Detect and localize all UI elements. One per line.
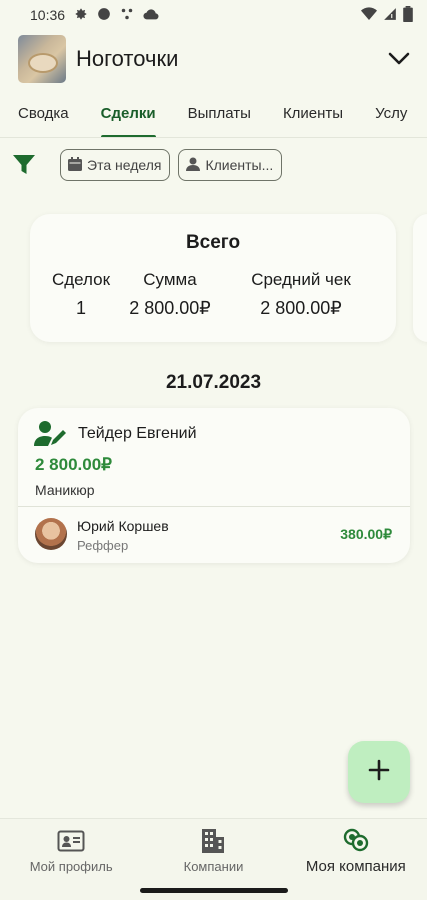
referrer-amount: 380.00₽ <box>340 526 392 542</box>
status-time: 10:36 <box>30 7 66 23</box>
app-bar: Ноготочки <box>0 30 427 88</box>
nav-my-company-label: Моя компания <box>305 857 406 875</box>
summary-deals-value: 1 <box>75 298 86 318</box>
period-filter-label: Эта неделя <box>87 157 162 173</box>
clients-filter-chip[interactable]: Клиенты... <box>178 149 283 181</box>
coins-icon <box>342 827 370 853</box>
hub-icon <box>120 7 134 24</box>
summary-sum: Сумма 2 800.00₽ <box>120 270 220 319</box>
clients-filter-label: Клиенты... <box>205 157 274 173</box>
nav-companies-label: Компании <box>183 858 244 874</box>
system-home-bar <box>0 882 427 900</box>
building-icon <box>199 828 227 854</box>
summary-average-label: Средний чек <box>251 270 351 289</box>
summary-sum-label: Сумма <box>143 270 197 289</box>
tab-bar: Сводка Сделки Выплаты Клиенты Услу <box>0 90 427 138</box>
calendar-icon <box>67 156 83 175</box>
deal-card[interactable]: Тейдер Евгений 2 800.00₽ Маникюр Юрий Ко… <box>18 408 410 563</box>
id-card-icon <box>57 828 85 854</box>
plus-icon <box>368 759 390 786</box>
tab-deals[interactable]: Сделки <box>85 90 172 137</box>
nav-my-company[interactable]: Моя компания <box>285 819 427 882</box>
summary-card: Всего Сделок 1 Сумма 2 800.00₽ Средний ч… <box>30 214 396 342</box>
summary-average-value: 2 800.00₽ <box>260 298 342 318</box>
battery-icon <box>403 5 413 25</box>
period-filter-chip[interactable]: Эта неделя <box>60 149 171 181</box>
summary-deals-label: Сделок <box>51 270 111 289</box>
status-bar: 10:36 <box>0 0 427 30</box>
deal-service: Маникюр <box>35 482 95 498</box>
client-edit-icon <box>34 420 68 448</box>
tab-clients[interactable]: Клиенты <box>267 90 359 137</box>
bottom-navigation: Мой профиль Компании Моя компания <box>0 818 427 882</box>
referrer-role: Реффер <box>77 538 129 553</box>
next-summary-card[interactable] <box>413 214 427 342</box>
filter-row: Эта неделя Клиенты... <box>0 146 427 184</box>
company-logo[interactable] <box>18 35 66 83</box>
summary-deals: Сделок 1 <box>44 270 118 319</box>
tab-services[interactable]: Услу <box>359 90 423 137</box>
cloud-icon <box>143 7 159 24</box>
nav-companies[interactable]: Компании <box>142 819 284 882</box>
wifi-icon <box>361 6 377 24</box>
filter-icon[interactable] <box>10 151 38 179</box>
tab-payouts[interactable]: Выплаты <box>172 90 267 137</box>
deal-divider <box>18 506 410 507</box>
chevron-down-icon[interactable] <box>385 45 413 73</box>
summary-title: Всего <box>185 232 241 253</box>
nav-my-profile[interactable]: Мой профиль <box>0 819 142 882</box>
add-deal-button[interactable] <box>348 741 410 803</box>
person-icon <box>185 156 201 175</box>
summary-average: Средний чек 2 800.00₽ <box>236 270 366 319</box>
tab-summary[interactable]: Сводка <box>0 90 85 137</box>
company-title[interactable]: Ноготочки <box>76 46 178 72</box>
summary-sum-value: 2 800.00₽ <box>129 298 211 318</box>
referrer-name: Юрий Коршев <box>77 518 169 534</box>
deal-client-name: Тейдер Евгений <box>78 425 197 442</box>
referrer-avatar <box>35 518 67 550</box>
date-group-header: 21.07.2023 <box>165 372 262 393</box>
deal-amount: 2 800.00₽ <box>35 455 112 474</box>
gear-icon <box>74 7 88 24</box>
home-gesture-handle[interactable] <box>140 888 288 893</box>
nav-my-profile-label: Мой профиль <box>29 858 113 874</box>
circle-icon <box>97 7 111 24</box>
signal-icon <box>383 7 397 24</box>
